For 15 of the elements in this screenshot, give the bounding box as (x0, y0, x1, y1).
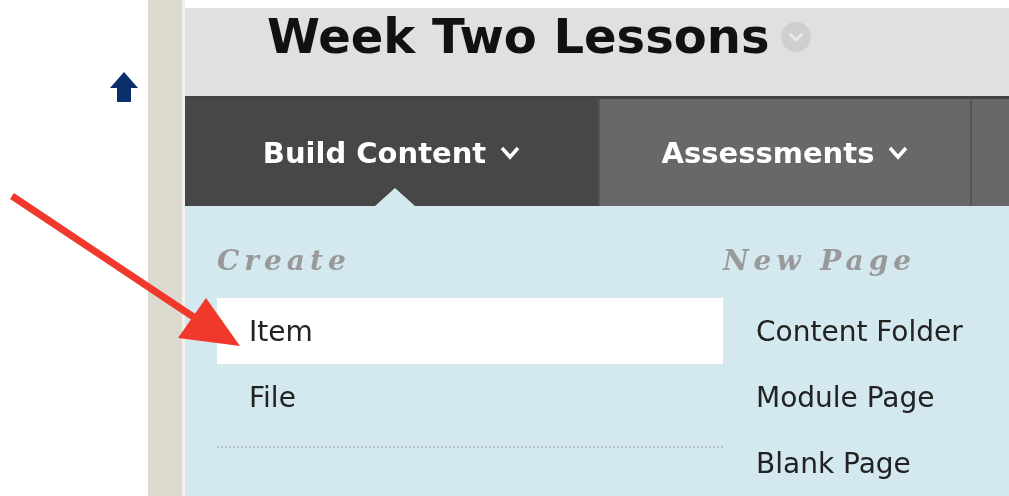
chevron-down-icon (500, 145, 521, 160)
menu-item[interactable]: File (217, 364, 723, 430)
menu-tab[interactable] (972, 99, 1009, 206)
menu-tab[interactable]: Build Content (185, 99, 600, 206)
menu-item[interactable]: Module Page (723, 364, 1009, 430)
chevron-down-icon (888, 145, 909, 160)
chevron-down-icon[interactable] (781, 22, 812, 52)
page-title: Week Two Lessons (267, 8, 770, 64)
menu-heading: New Page (723, 244, 918, 279)
menu-item[interactable]: Content Folder (723, 298, 1009, 364)
menu-heading: Create (217, 244, 352, 279)
menu-item[interactable]: Blank Page (723, 430, 1009, 496)
menu-item[interactable]: Item (217, 298, 723, 364)
home-icon[interactable] (110, 72, 138, 102)
menu-tab[interactable]: Assessments (600, 99, 972, 206)
